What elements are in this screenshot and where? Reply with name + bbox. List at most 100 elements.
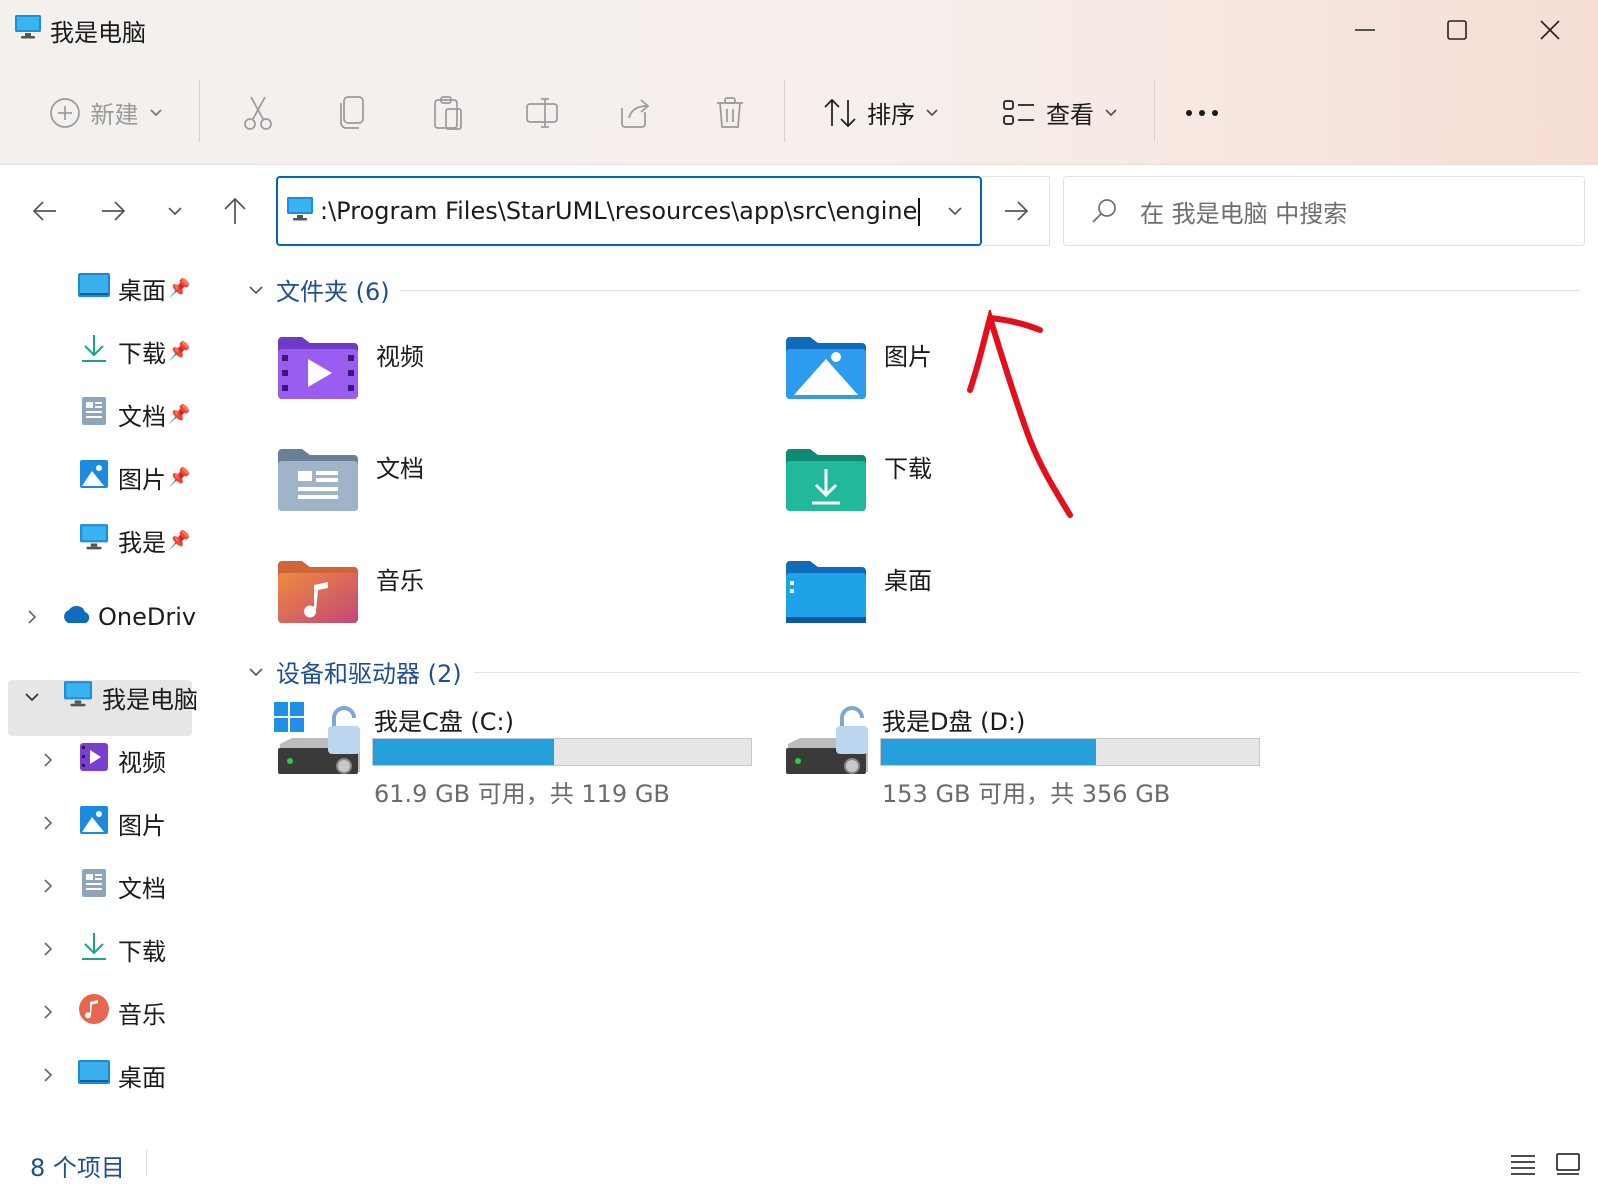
sidebar-item-this-pc-pinned[interactable]: 我是 📌 bbox=[78, 512, 190, 568]
address-history-dropdown[interactable] bbox=[940, 196, 970, 226]
drive-tile-d[interactable]: 我是D盘 (D:) 153 GB 可用，共 356 GB bbox=[782, 700, 1282, 810]
sidebar-item-label: 我是电脑 bbox=[102, 685, 198, 714]
sidebar-item-label: OneDriv bbox=[98, 603, 197, 631]
recent-locations-button[interactable] bbox=[152, 188, 198, 234]
share-button[interactable] bbox=[606, 75, 666, 150]
new-button[interactable]: 新建 bbox=[38, 75, 173, 150]
address-input[interactable]: :\Program Files\StarUML\resources\app\sr… bbox=[320, 197, 921, 226]
window-title: 我是电脑 bbox=[14, 10, 146, 50]
up-button[interactable] bbox=[212, 188, 258, 234]
close-button[interactable] bbox=[1515, 8, 1585, 52]
sidebar-item-downloads[interactable]: 下载 bbox=[78, 921, 166, 977]
maximize-button[interactable] bbox=[1422, 8, 1492, 52]
picture-icon bbox=[78, 805, 110, 841]
download-folder-icon bbox=[784, 445, 868, 517]
chevron-down-icon bbox=[249, 285, 263, 294]
more-button[interactable] bbox=[1172, 75, 1232, 150]
details-view-icon bbox=[1511, 1155, 1535, 1175]
sidebar-item-label: 下载 bbox=[118, 937, 166, 966]
cut-icon bbox=[244, 96, 272, 130]
view-label: 查看 bbox=[1046, 101, 1094, 129]
folder-name: 图片 bbox=[884, 343, 932, 371]
sidebar-item-downloads-pinned[interactable]: 下载 📌 bbox=[78, 323, 190, 379]
cut-button[interactable] bbox=[228, 75, 288, 150]
expand-chevron-icon[interactable] bbox=[38, 876, 58, 896]
expand-chevron-icon[interactable] bbox=[38, 1065, 58, 1085]
cloud-icon bbox=[60, 603, 94, 631]
toolbar-divider bbox=[1154, 80, 1155, 142]
sidebar-item-onedrive[interactable]: OneDriv bbox=[60, 589, 196, 645]
details-view-button[interactable] bbox=[1505, 1146, 1541, 1182]
sidebar-item-desktop[interactable]: 桌面 bbox=[78, 1047, 166, 1103]
forward-button[interactable] bbox=[90, 188, 136, 234]
expand-chevron-icon[interactable] bbox=[22, 607, 42, 627]
expand-chevron-icon[interactable] bbox=[38, 750, 58, 770]
sort-label: 排序 bbox=[867, 101, 915, 129]
minimize-icon bbox=[1355, 29, 1375, 31]
delete-button[interactable] bbox=[700, 75, 760, 150]
sidebar-item-desktop-pinned[interactable]: 桌面 📌 bbox=[78, 260, 190, 316]
collapse-chevron-icon[interactable] bbox=[22, 687, 42, 707]
view-button[interactable]: 查看 bbox=[990, 75, 1130, 150]
expand-chevron-icon[interactable] bbox=[38, 813, 58, 833]
folder-tile-documents[interactable]: 文档 bbox=[276, 445, 756, 541]
sidebar-item-documents-pinned[interactable]: 文档 📌 bbox=[78, 386, 190, 442]
drives-section-header[interactable]: 设备和驱动器 (2) bbox=[248, 654, 462, 689]
back-button[interactable] bbox=[22, 188, 68, 234]
sidebar-item-documents[interactable]: 文档 bbox=[78, 858, 166, 914]
go-button[interactable] bbox=[982, 176, 1050, 246]
folder-tile-desktop[interactable]: 桌面 bbox=[784, 557, 1264, 653]
close-icon bbox=[1540, 20, 1560, 40]
drive-tile-c[interactable]: 我是C盘 (C:) 61.9 GB 可用，共 119 GB bbox=[274, 700, 774, 810]
folder-tile-videos[interactable]: 视频 bbox=[276, 333, 756, 429]
music-folder-icon bbox=[276, 557, 360, 629]
tiles-view-button[interactable] bbox=[1550, 1146, 1586, 1182]
video-folder-icon bbox=[276, 333, 360, 405]
red-annotation-arrow bbox=[967, 310, 1073, 518]
toolbar-divider bbox=[199, 80, 200, 142]
chevron-down-icon bbox=[249, 667, 263, 676]
rename-button[interactable] bbox=[512, 75, 572, 150]
search-input[interactable]: 在 我是电脑 中搜索 bbox=[1063, 176, 1585, 246]
rename-icon bbox=[526, 97, 558, 128]
paste-button[interactable] bbox=[418, 75, 478, 150]
copy-button[interactable] bbox=[322, 75, 382, 150]
folder-name: 下载 bbox=[884, 455, 932, 483]
expand-chevron-icon[interactable] bbox=[38, 1002, 58, 1022]
sidebar-item-videos[interactable]: 视频 bbox=[78, 732, 166, 788]
pin-icon: 📌 bbox=[168, 529, 191, 551]
paste-icon bbox=[434, 95, 462, 130]
sidebar-item-label: 图片 bbox=[118, 811, 166, 840]
chevron-down-icon bbox=[926, 108, 938, 116]
folder-name: 桌面 bbox=[884, 567, 932, 595]
section-divider bbox=[400, 290, 1580, 291]
chevron-down-icon bbox=[1105, 108, 1117, 116]
arrow-up-icon bbox=[224, 197, 246, 224]
computer-icon bbox=[286, 196, 314, 226]
sidebar-item-label: 文档 bbox=[118, 402, 166, 431]
folder-tile-music[interactable]: 音乐 bbox=[276, 557, 756, 653]
maximize-icon bbox=[1447, 20, 1467, 40]
computer-icon bbox=[78, 523, 110, 557]
minimize-button[interactable] bbox=[1330, 8, 1400, 52]
sidebar-item-music[interactable]: 音乐 bbox=[78, 984, 166, 1040]
sort-button[interactable]: 排序 bbox=[814, 75, 948, 150]
plus-circle-icon bbox=[49, 97, 80, 128]
drive-usage-bar bbox=[372, 738, 752, 766]
sidebar-item-pictures-pinned[interactable]: 图片 📌 bbox=[78, 449, 190, 505]
share-icon bbox=[621, 98, 650, 128]
arrow-right-icon bbox=[1004, 201, 1028, 221]
pin-icon: 📌 bbox=[168, 403, 191, 425]
sidebar-item-this-pc[interactable]: 我是电脑 bbox=[62, 669, 198, 725]
sidebar-item-pictures[interactable]: 图片 bbox=[78, 795, 166, 851]
toolbar-divider bbox=[784, 80, 785, 142]
folders-section-header[interactable]: 文件夹 (6) bbox=[248, 272, 390, 307]
sidebar-item-label: 桌面 bbox=[118, 276, 166, 305]
pin-icon: 📌 bbox=[168, 466, 191, 488]
expand-chevron-icon[interactable] bbox=[38, 939, 58, 959]
address-bar[interactable]: :\Program Files\StarUML\resources\app\sr… bbox=[276, 176, 982, 246]
more-icon bbox=[1186, 109, 1218, 116]
folder-name: 视频 bbox=[376, 343, 424, 371]
pin-icon: 📌 bbox=[168, 340, 191, 362]
sidebar-item-label: 下载 bbox=[118, 339, 166, 368]
